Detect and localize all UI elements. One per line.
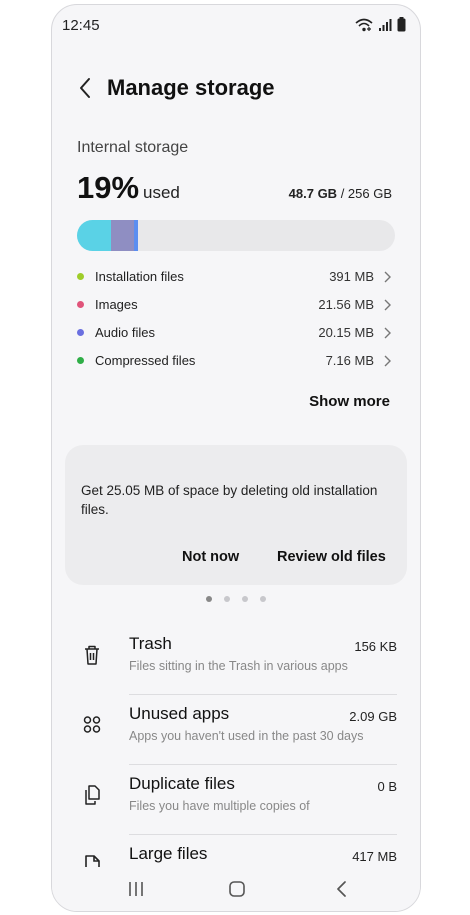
home-icon[interactable]: [227, 879, 247, 899]
category-color-dot: [77, 357, 84, 364]
tool-title: Trash: [129, 634, 172, 653]
usage-bar-segment: [77, 220, 111, 251]
tool-title: Unused apps: [129, 704, 230, 723]
category-item[interactable]: Images 21.56 MB: [77, 291, 392, 319]
status-bar: 12:45: [52, 5, 420, 45]
category-size: 21.56 MB: [318, 297, 374, 312]
signal-icon: [379, 18, 392, 31]
status-time: 12:45: [62, 17, 100, 34]
chevron-right-icon: [384, 327, 391, 339]
chevron-right-icon: [384, 355, 391, 367]
internal-storage-label: Internal storage: [77, 139, 189, 156]
category-color-dot: [77, 329, 84, 336]
review-old-files-button[interactable]: Review old files: [277, 549, 386, 565]
usage-bar-segment: [133, 220, 138, 251]
tool-size: 156 KB: [354, 639, 397, 654]
chevron-right-icon: [384, 299, 391, 311]
not-now-button[interactable]: Not now: [182, 549, 239, 565]
navigation-bar: [52, 867, 420, 911]
storage-tools-list: Trash Files sitting in the Trash in vario…: [52, 625, 420, 905]
back-icon[interactable]: [332, 879, 352, 899]
show-more-button[interactable]: Show more: [309, 393, 390, 410]
tool-subtitle: Apps you haven't used in the past 30 day…: [129, 729, 364, 743]
storage-usage-bar: [77, 220, 395, 251]
tool-subtitle: Files you have multiple copies of: [129, 799, 310, 813]
pager-dot: [206, 596, 212, 602]
status-icons: [355, 17, 406, 32]
battery-icon: [397, 17, 406, 32]
duplicate-files-icon: [85, 785, 100, 805]
category-color-dot: [77, 301, 84, 308]
category-item[interactable]: Audio files 20.15 MB: [77, 319, 392, 347]
category-item[interactable]: Compressed files 7.16 MB: [77, 347, 392, 375]
apps-grid-icon: [83, 716, 101, 733]
wifi-icon: [355, 18, 373, 31]
category-label: Compressed files: [95, 353, 196, 368]
header: Manage storage: [52, 65, 420, 111]
tool-subtitle: Files sitting in the Trash in various ap…: [129, 659, 348, 673]
usage-percent: 19%: [77, 170, 140, 205]
category-color-dot: [77, 273, 84, 280]
usage-bar-segment: [110, 220, 134, 251]
phone-screen: 12:45 Manage storage Internal storage 19…: [51, 4, 421, 912]
tool-size: 2.09 GB: [349, 709, 397, 724]
pager-dot: [260, 596, 266, 602]
usage-total: 48.7 GB / 256 GB: [289, 186, 392, 201]
page-title: Manage storage: [107, 75, 275, 100]
pager-indicator: [52, 596, 420, 602]
tool-item[interactable]: Duplicate files Files you have multiple c…: [52, 765, 420, 835]
suggestion-card: Get 25.05 MB of space by deleting old in…: [65, 445, 407, 585]
pager-dot: [242, 596, 248, 602]
tool-title: Large files: [129, 844, 208, 863]
tool-item[interactable]: Unused apps Apps you haven't used in the …: [52, 695, 420, 765]
category-label: Installation files: [95, 269, 184, 284]
category-label: Audio files: [95, 325, 155, 340]
pager-dot: [224, 596, 230, 602]
tool-size: 417 MB: [352, 849, 397, 864]
usage-used-label: used: [143, 183, 180, 202]
category-list: Installation files 391 MB Images 21.56 MB Au…: [77, 263, 392, 375]
trash-icon: [85, 645, 99, 665]
category-item[interactable]: Installation files 391 MB: [77, 263, 392, 291]
chevron-right-icon: [384, 271, 391, 283]
tool-title: Duplicate files: [129, 774, 235, 793]
tool-item[interactable]: Trash Files sitting in the Trash in vario…: [52, 625, 420, 695]
tool-size: 0 B: [377, 779, 397, 794]
used-amount: 48.7 GB: [288, 186, 338, 201]
recents-icon[interactable]: [126, 879, 146, 899]
category-label: Images: [95, 297, 138, 312]
category-size: 391 MB: [329, 269, 374, 284]
category-size: 7.16 MB: [325, 353, 374, 368]
suggestion-text: Get 25.05 MB of space by deleting old in…: [81, 483, 378, 517]
chevron-left-icon[interactable]: [74, 75, 98, 101]
total-capacity: / 256 GB: [337, 186, 392, 201]
usage-summary: 19% used 48.7 GB / 256 GB: [77, 170, 392, 210]
category-size: 20.15 MB: [318, 325, 374, 340]
